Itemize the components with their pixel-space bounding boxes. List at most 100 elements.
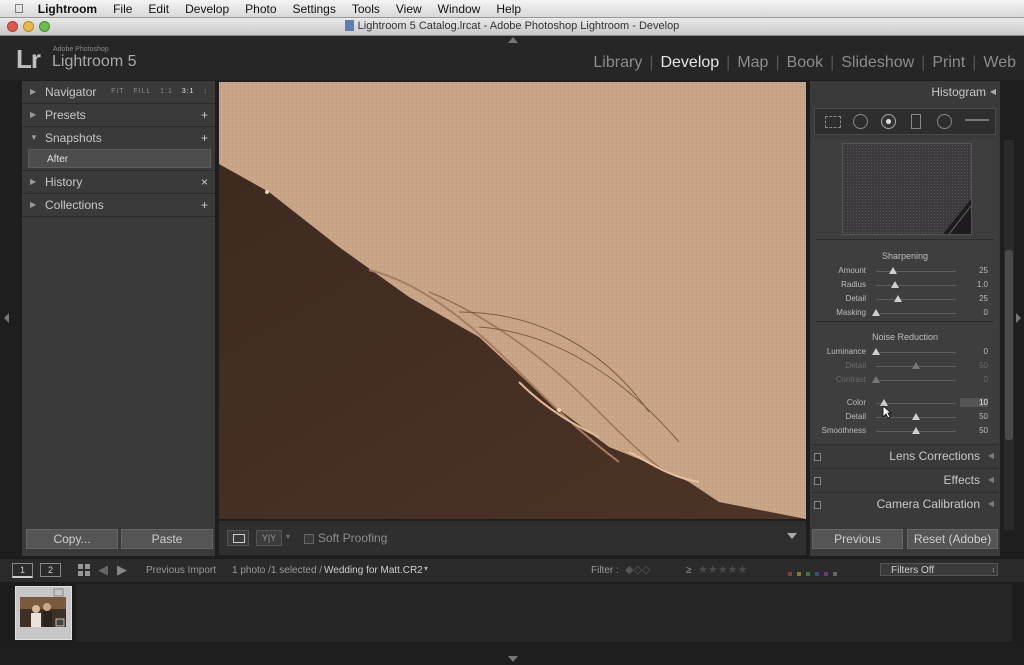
slider-row[interactable]: Amount 25 — [812, 264, 998, 278]
slider-value[interactable]: 1.0 — [960, 280, 988, 289]
menu-view[interactable]: View — [388, 2, 430, 16]
filmstrip-scroll-area[interactable] — [76, 584, 1012, 642]
photo-preview[interactable] — [219, 82, 806, 519]
selected-filename[interactable]: Wedding for Matt.CR2 — [324, 565, 423, 576]
camera-calibration-header[interactable]: Camera Calibration ◀ — [812, 492, 998, 515]
red-eye-tool-icon[interactable] — [881, 114, 896, 129]
scrollbar-thumb[interactable] — [1005, 250, 1013, 440]
menu-develop[interactable]: Develop — [177, 2, 237, 16]
slider-row[interactable]: Detail 25 — [812, 292, 998, 306]
slider-value[interactable]: 10 — [960, 398, 988, 407]
close-window-button[interactable] — [7, 21, 18, 32]
slider-row[interactable]: Smoothness 50 — [812, 424, 998, 438]
soft-proofing-checkbox[interactable] — [304, 534, 314, 544]
presets-header[interactable]: ▶ Presets + — [22, 104, 215, 127]
collapse-top-arrow-icon[interactable] — [508, 37, 518, 43]
slider-track[interactable] — [876, 285, 956, 286]
slider-track[interactable] — [876, 380, 956, 381]
collapse-right-arrow-icon[interactable] — [1016, 313, 1021, 323]
panel-toggle-switch[interactable] — [814, 453, 821, 461]
module-map[interactable]: Map — [730, 54, 775, 72]
toolbar-menu-icon[interactable] — [787, 533, 797, 539]
spot-removal-tool-icon[interactable] — [853, 114, 868, 129]
apple-icon[interactable]:  — [0, 1, 30, 16]
rating-operator[interactable]: ≥ — [686, 565, 692, 576]
slider-thumb[interactable] — [894, 295, 903, 302]
slider-row[interactable]: Radius 1.0 — [812, 278, 998, 292]
slider-row[interactable]: Detail 50 — [812, 410, 998, 424]
zoom-window-button[interactable] — [39, 21, 50, 32]
zoom-3-1[interactable]: 3:1 — [182, 88, 195, 95]
reset-button[interactable]: Reset (Adobe) — [907, 529, 998, 549]
slider-track[interactable] — [876, 313, 956, 314]
slider-thumb[interactable] — [912, 362, 920, 369]
flag-filter-icons[interactable]: ◆◇◇ — [625, 563, 650, 576]
before-after-button[interactable]: Y|Y — [256, 530, 282, 546]
lens-corrections-header[interactable]: Lens Corrections ◀ — [812, 444, 998, 467]
history-header[interactable]: ▶ History × — [22, 170, 215, 194]
menu-photo[interactable]: Photo — [237, 2, 284, 16]
filename-menu-icon[interactable]: ▾ — [424, 564, 428, 573]
menu-file[interactable]: File — [105, 2, 140, 16]
menu-tools[interactable]: Tools — [344, 2, 388, 16]
module-print[interactable]: Print — [925, 54, 972, 72]
snapshots-header[interactable]: ▼ Snapshots + — [22, 127, 215, 149]
slider-thumb[interactable] — [872, 348, 880, 355]
slider-value[interactable]: 0 — [960, 347, 988, 356]
panel-toggle-switch[interactable] — [814, 477, 821, 485]
slider-value[interactable]: 25 — [960, 294, 988, 303]
copy-button[interactable]: Copy... — [26, 529, 118, 549]
slider-row[interactable]: Contrast 0 — [812, 373, 998, 387]
slider-thumb[interactable] — [872, 376, 880, 383]
slider-value[interactable]: 0 — [960, 375, 988, 384]
slider-row[interactable]: Luminance 0 — [812, 345, 998, 359]
color-label-filters[interactable] — [788, 568, 842, 579]
add-preset-icon[interactable]: + — [201, 104, 208, 126]
slider-row[interactable]: Masking 0 — [812, 306, 998, 320]
filmstrip-thumbnail[interactable] — [15, 586, 72, 640]
slider-value[interactable]: 50 — [960, 361, 988, 370]
slider-track[interactable] — [876, 403, 956, 404]
module-web[interactable]: Web — [976, 54, 1016, 72]
forward-arrow-icon[interactable]: ▶ — [117, 562, 127, 578]
zoom-fit[interactable]: FIT — [111, 88, 124, 95]
slider-value[interactable]: 0 — [960, 308, 988, 317]
menu-settings[interactable]: Settings — [285, 2, 344, 16]
panel-toggle-switch[interactable] — [814, 501, 821, 509]
crop-tool-icon[interactable] — [825, 116, 841, 128]
menu-window[interactable]: Window — [430, 2, 489, 16]
slider-thumb[interactable] — [888, 267, 897, 274]
module-develop[interactable]: Develop — [653, 54, 726, 72]
back-arrow-icon[interactable]: ◀ — [98, 562, 108, 578]
navigator-header[interactable]: ▶ Navigator FIT FILL 1:1 3:1 ↕ — [22, 81, 215, 104]
collections-header[interactable]: ▶ Collections + — [22, 194, 215, 217]
slider-value[interactable]: 25 — [960, 266, 988, 275]
add-snapshot-icon[interactable]: + — [201, 127, 208, 149]
chevron-down-icon[interactable]: ▾ — [286, 532, 290, 541]
snapshot-item[interactable]: After — [28, 149, 211, 168]
loupe-view-button[interactable] — [227, 530, 249, 546]
slider-row[interactable]: Detail 50 — [812, 359, 998, 373]
collapse-bottom-arrow-icon[interactable] — [508, 656, 518, 662]
previous-button[interactable]: Previous — [812, 529, 903, 549]
clear-history-icon[interactable]: × — [201, 171, 208, 193]
menu-edit[interactable]: Edit — [140, 2, 177, 16]
graduated-filter-icon[interactable] — [911, 114, 921, 129]
slider-thumb[interactable] — [912, 427, 920, 434]
zoom-1-1[interactable]: 1:1 — [160, 88, 173, 95]
paste-button[interactable]: Paste — [121, 529, 213, 549]
radial-filter-icon[interactable] — [937, 114, 952, 129]
adjustment-brush-icon[interactable] — [965, 119, 989, 121]
module-library[interactable]: Library — [586, 54, 649, 72]
filmstrip-source[interactable]: Previous Import — [146, 565, 216, 576]
secondary-screen-button[interactable]: 2 — [40, 563, 61, 577]
slider-thumb[interactable] — [891, 281, 900, 288]
main-screen-button[interactable]: 1 — [12, 563, 33, 578]
slider-value[interactable]: 50 — [960, 426, 988, 435]
zoom-more-icon[interactable]: ↕ — [204, 88, 209, 95]
slider-value[interactable]: 50 — [960, 412, 988, 421]
zoom-fill[interactable]: FILL — [133, 88, 151, 95]
rating-filter-stars[interactable]: ★★★★★ — [698, 563, 747, 576]
detail-preview[interactable] — [842, 143, 972, 235]
filter-preset-select[interactable]: Filters Off ↕ — [880, 563, 998, 576]
